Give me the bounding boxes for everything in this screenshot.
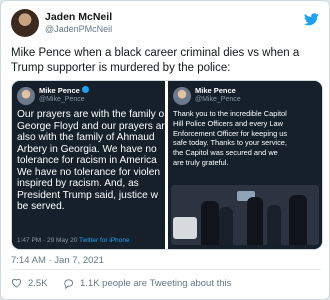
- tweet-line: Arbery in Georgia. We have no: [17, 143, 157, 155]
- tweet-line: also with the family of Ahmaud: [17, 132, 155, 143]
- officer-figure: [289, 195, 307, 245]
- screenshot-right: Mike Pence @Mike_Pence Thank you to the …: [168, 81, 322, 249]
- police-photo: [171, 185, 319, 245]
- tweet-line: We have no tolerance for violen: [17, 166, 161, 178]
- verified-badge-icon: [81, 86, 89, 93]
- author-handle[interactable]: @JadenPMcNeil: [45, 24, 112, 34]
- tweet-line: George Floyd and our prayers ar: [17, 120, 165, 132]
- tweet-header: Jaden McNeil @JadenPMcNeil: [11, 9, 319, 39]
- twitter-bird-icon[interactable]: [304, 13, 319, 26]
- officer-figure: [219, 207, 233, 245]
- tweet-line: inspired by racism. And, as: [17, 178, 139, 189]
- pence-name-right: Mike Pence: [195, 86, 236, 95]
- tweet-line: Enforcement Officer for keeping us: [173, 128, 288, 138]
- officer-figure: [247, 197, 263, 245]
- tweet-timestamp[interactable]: 7:14 AM · Jan 7, 2021: [11, 255, 104, 266]
- pence-tweet-right: Thank you to the incredible Capitol Hill…: [173, 109, 317, 168]
- pence-name-left: Mike Pence: [39, 86, 89, 95]
- tweet-card: Jaden McNeil @JadenPMcNeil Mike Pence wh…: [0, 0, 330, 300]
- pence-handle-right: @Mike_Pence: [195, 96, 241, 103]
- talk-count: 1.1K people are Tweeting about this: [80, 278, 232, 289]
- tweet-text: Mike Pence when a black career criminal …: [11, 47, 300, 74]
- pence-handle-left: @Mike_Pence: [39, 96, 85, 103]
- officer-figure: [201, 201, 219, 245]
- divider-line: [11, 269, 321, 270]
- tweet-line: Hill Police Officers and every Law: [173, 118, 283, 128]
- officer-figure: [267, 205, 281, 245]
- screenshot-left: Mike Pence @Mike_Pence Our prayers are w…: [12, 81, 165, 249]
- tweet-line: safe today. Thanks to your service,: [173, 138, 287, 148]
- vehicle-shape: [173, 217, 197, 239]
- pence-tweet-left: Our prayers are with the family o George…: [17, 109, 165, 213]
- tweet-line: tolerance for racism in America: [17, 155, 157, 166]
- author-name[interactable]: Jaden McNeil: [45, 11, 112, 23]
- tweet-media[interactable]: Mike Pence @Mike_Pence Our prayers are w…: [11, 80, 323, 250]
- like-count: 2.5K: [28, 278, 48, 289]
- tweet-line: President Trump said, justice w: [17, 189, 158, 201]
- author-avatar[interactable]: [11, 9, 39, 37]
- pence-tweet-meta: 1:47 PM · 29 May 20 Twitter for iPhone: [17, 237, 130, 244]
- tweet-line: Our prayers are with the family o: [17, 109, 165, 120]
- tweet-line: are truly grateful.: [173, 157, 229, 167]
- comment-bubble-icon: [64, 279, 74, 289]
- tweet-line: be served.: [17, 201, 65, 212]
- tweet-line: Thank you to the incredible Capitol: [173, 109, 287, 118]
- pence-avatar-right: [173, 87, 191, 105]
- pence-avatar-left: [17, 87, 35, 105]
- heart-icon: [11, 278, 22, 288]
- tweet-line: the Capitol was secured and we: [173, 148, 278, 158]
